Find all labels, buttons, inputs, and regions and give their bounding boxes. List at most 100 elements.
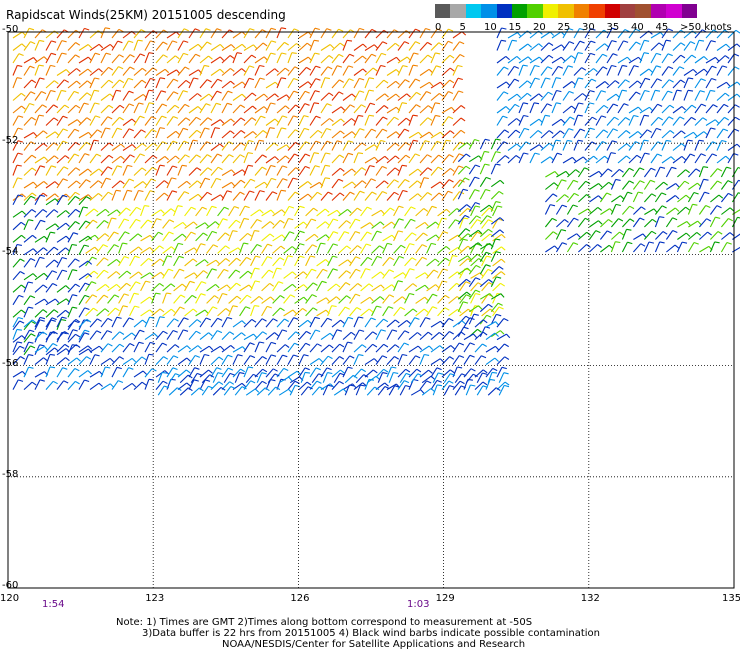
wind-barb <box>298 153 311 164</box>
wind-barb <box>12 53 24 64</box>
wind-barb <box>408 180 422 189</box>
wind-barb <box>100 343 113 353</box>
wind-barb <box>650 65 662 76</box>
wind-barb <box>300 386 313 396</box>
wind-barb <box>122 144 137 151</box>
wind-barb <box>254 318 267 328</box>
wind-barb <box>78 235 93 243</box>
wind-barb <box>430 92 444 101</box>
wind-barb <box>342 316 354 328</box>
wind-barb <box>621 191 633 203</box>
wind-barb <box>309 115 321 126</box>
wind-barb <box>628 65 639 76</box>
wind-barb <box>67 128 80 139</box>
wind-barb <box>397 65 408 76</box>
wind-barb <box>342 93 356 101</box>
wind-barb <box>217 308 231 317</box>
wind-barb <box>89 168 103 176</box>
wind-barb <box>232 31 247 39</box>
wind-barb <box>283 246 297 254</box>
wind-barb <box>666 207 680 215</box>
wind-barb <box>56 40 67 51</box>
wind-barb <box>188 354 201 365</box>
wind-barb <box>122 382 137 391</box>
wind-barb <box>162 231 174 242</box>
wind-barb <box>518 56 533 64</box>
wind-barb <box>555 204 567 215</box>
wind-barb <box>67 243 77 255</box>
wind-barb <box>639 152 650 164</box>
wind-barb <box>133 341 144 353</box>
wind-barb <box>100 93 114 101</box>
wind-barb <box>705 89 716 101</box>
wind-barb <box>34 284 48 293</box>
wind-barb <box>448 255 458 267</box>
wind-barb <box>562 116 575 126</box>
wind-barb <box>67 344 81 353</box>
wind-barb <box>261 243 273 254</box>
wind-barb <box>12 64 23 76</box>
wind-barb <box>272 234 286 242</box>
wind-barb <box>600 244 614 253</box>
wind-barb <box>353 90 365 101</box>
wind-barb <box>78 370 92 378</box>
wind-barb <box>78 307 90 318</box>
wind-barb <box>232 130 246 139</box>
wind-barb <box>265 332 279 341</box>
wind-barb <box>320 177 331 189</box>
wind-barb <box>716 81 731 89</box>
wind-barb <box>122 77 134 89</box>
wind-barb <box>107 258 121 267</box>
wind-barb <box>177 191 190 201</box>
wind-barb <box>320 152 331 164</box>
wind-barb <box>210 177 222 189</box>
wind-barb <box>298 319 312 328</box>
wind-barb <box>162 268 174 279</box>
map-title: Rapidscat Winds(25KM) 20151005 descendin… <box>6 8 286 22</box>
wind-barb <box>133 129 146 139</box>
wind-barb <box>426 234 440 242</box>
wind-barb <box>683 68 698 76</box>
wind-barb <box>256 387 270 396</box>
wind-barb <box>67 344 78 356</box>
wind-barb <box>606 152 616 164</box>
wind-barb <box>221 80 235 89</box>
wind-barb <box>188 106 202 114</box>
wind-barb <box>118 207 131 217</box>
wind-barb <box>507 78 520 89</box>
wind-barb <box>551 89 562 101</box>
wind-barb <box>254 341 265 353</box>
wind-barb <box>382 221 396 229</box>
time-label-start: 1:54 <box>42 599 65 610</box>
wind-barb <box>408 91 421 101</box>
wind-barb <box>457 153 471 163</box>
wind-barb <box>331 319 345 328</box>
wind-barb <box>556 170 570 178</box>
wind-barb <box>589 220 603 228</box>
wind-barb <box>34 194 46 206</box>
wind-barb <box>300 371 311 383</box>
wind-barb <box>276 27 287 39</box>
wind-barb <box>479 188 491 200</box>
wind-barb <box>267 386 281 396</box>
latitude-label: -58 <box>2 468 19 480</box>
wind-barb <box>298 330 311 340</box>
wind-barb <box>261 282 275 292</box>
wind-barb <box>628 114 639 126</box>
wind-barb <box>426 293 438 304</box>
wind-barb <box>415 244 428 254</box>
wind-barb <box>643 230 657 240</box>
wind-barb <box>386 69 401 76</box>
wind-barb <box>331 154 345 164</box>
wind-barb <box>144 77 156 89</box>
wind-barb <box>410 389 425 396</box>
wind-barb <box>155 342 168 353</box>
wind-barb <box>309 152 319 164</box>
wind-barb <box>254 356 267 365</box>
wind-barb <box>56 89 67 101</box>
wind-barb <box>265 68 279 76</box>
wind-barb <box>342 181 357 189</box>
wind-barb <box>562 139 573 151</box>
wind-barb <box>437 245 451 254</box>
wind-barb <box>239 270 253 279</box>
